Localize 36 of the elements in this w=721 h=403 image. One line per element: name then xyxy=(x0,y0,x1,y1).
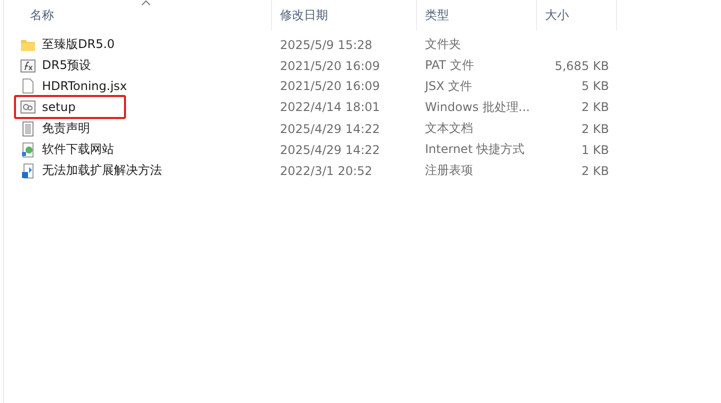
file-size: 5,685 KB xyxy=(554,58,610,72)
column-header[interactable]: 修改日期 xyxy=(272,0,417,30)
file-type: JSX 文件 xyxy=(423,78,474,94)
modified-date: 2025/5/9 15:28 xyxy=(279,38,374,52)
file-name[interactable]: 免责声明 xyxy=(42,120,90,137)
file-size: 2 KB xyxy=(580,164,610,178)
modified-date: 2022/3/1 20:52 xyxy=(279,164,374,178)
file-name[interactable]: DR5预设 xyxy=(42,57,92,74)
file-size: 2 KB xyxy=(580,122,610,136)
modified-date: 2025/4/29 14:22 xyxy=(279,122,381,136)
modified-date: 2022/4/14 18:01 xyxy=(279,100,381,114)
file-name[interactable]: 软件下载网站 xyxy=(42,141,114,158)
file-type: 注册表项 xyxy=(424,162,474,179)
file-size: 2 KB xyxy=(580,100,610,114)
file-size: 1 KB xyxy=(580,142,610,156)
function-icon xyxy=(20,58,36,74)
file-size: 5 KB xyxy=(580,79,610,93)
column-header[interactable]: 大小 xyxy=(537,0,617,30)
file-name[interactable]: setup xyxy=(42,100,76,114)
text-file-icon xyxy=(20,120,36,136)
file-name[interactable]: 无法加载扩展解决方法 xyxy=(42,162,162,179)
shortcut-icon xyxy=(20,142,36,158)
modified-date: 2021/5/20 16:09 xyxy=(279,79,381,93)
file-name[interactable]: 至臻版DR5.0 xyxy=(42,36,115,53)
file-type: Windows 批处理... xyxy=(424,98,531,116)
file-type: 文件夹 xyxy=(424,36,462,53)
file-type: Internet 快捷方式 xyxy=(424,141,526,158)
file-type: PAT 文件 xyxy=(424,57,475,74)
registry-file-icon xyxy=(20,162,36,178)
column-header[interactable]: 名称 xyxy=(4,0,272,30)
file-name[interactable]: HDRToning.jsx xyxy=(42,79,128,93)
modified-date: 2021/5/20 16:09 xyxy=(279,58,381,72)
column-header[interactable]: 类型 xyxy=(417,0,537,30)
file-icon xyxy=(20,78,36,94)
file-type: 文本文档 xyxy=(424,120,474,137)
modified-date: 2025/4/29 14:22 xyxy=(279,142,381,156)
